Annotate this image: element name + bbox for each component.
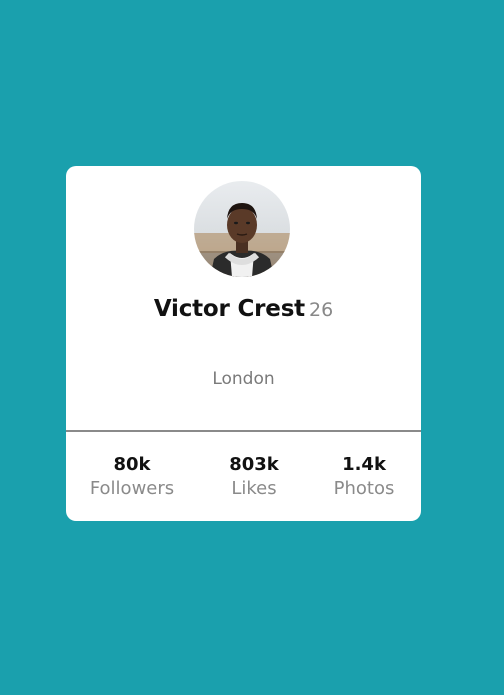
profile-name: Victor Crest <box>153 296 305 322</box>
stat-value: 803k <box>229 454 279 475</box>
profile-location: London <box>212 369 275 389</box>
divider <box>66 430 421 432</box>
name-row: Victor Crest 26 <box>66 296 421 322</box>
stat-followers: 80k Followers <box>72 453 192 501</box>
stat-value: 80k <box>113 454 151 475</box>
stats-row: 80k Followers 803k Likes 1.4k Photos <box>66 453 421 513</box>
stat-value: 1.4k <box>342 454 386 475</box>
avatar <box>194 181 290 277</box>
avatar-photo-icon <box>194 181 290 277</box>
profile-card: Victor Crest 26 London 80k Followers 803k… <box>66 166 421 521</box>
stat-label: Photos <box>333 478 395 499</box>
stat-label: Followers <box>89 478 175 499</box>
stat-photos: 1.4k Photos <box>304 453 424 501</box>
stat-label: Likes <box>231 478 277 499</box>
profile-age: 26 <box>308 299 334 321</box>
stat-likes: 803k Likes <box>194 453 314 501</box>
